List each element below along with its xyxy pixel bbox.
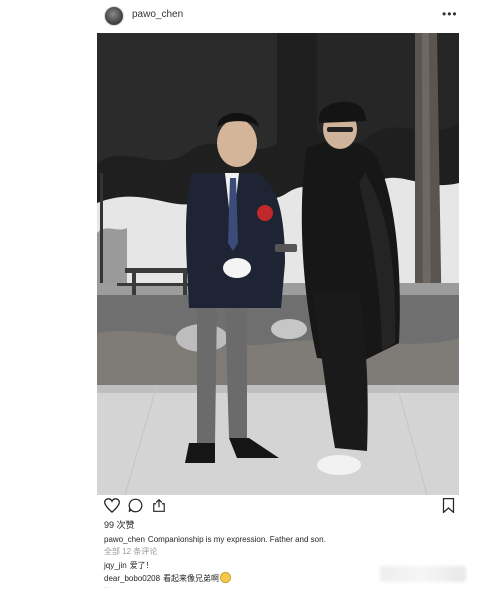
likes-count[interactable]: 99 次赞 [104, 518, 135, 531]
comment-text: 看起来像兄弟啊 [163, 574, 220, 583]
post-photo[interactable] [97, 33, 459, 495]
photo-image [97, 33, 459, 495]
share-icon[interactable] [152, 498, 166, 518]
post-username[interactable]: pawo_chen [132, 9, 183, 20]
action-bar [103, 498, 456, 514]
caption-username[interactable]: pawo_chen [104, 535, 145, 544]
avatar[interactable] [104, 6, 124, 26]
view-all-comments-link[interactable]: 全部 12 条评论 [104, 546, 157, 557]
comment-row: dear_bobo0208 看起来像兄弟啊 [104, 572, 232, 584]
bookmark-icon[interactable] [442, 498, 455, 518]
comment-icon[interactable] [128, 498, 143, 518]
post-timestamp: ... [104, 584, 110, 590]
more-options-icon[interactable]: ••• [442, 7, 458, 21]
post-header: pawo_chen ••• [0, 0, 502, 30]
watermark-blur [380, 566, 466, 582]
comment-username[interactable]: jqy_jin [104, 561, 127, 570]
comment-row: jqy_jin 爱了！ [104, 560, 154, 571]
comment-username[interactable]: dear_bobo0208 [104, 574, 160, 583]
comment-text: 爱了！ [129, 561, 154, 570]
emoji-icon [220, 572, 232, 583]
post-caption: pawo_chen Companionship is my expression.… [104, 535, 326, 544]
caption-text: Companionship is my expression. Father a… [147, 535, 326, 544]
heart-icon[interactable] [103, 498, 121, 518]
